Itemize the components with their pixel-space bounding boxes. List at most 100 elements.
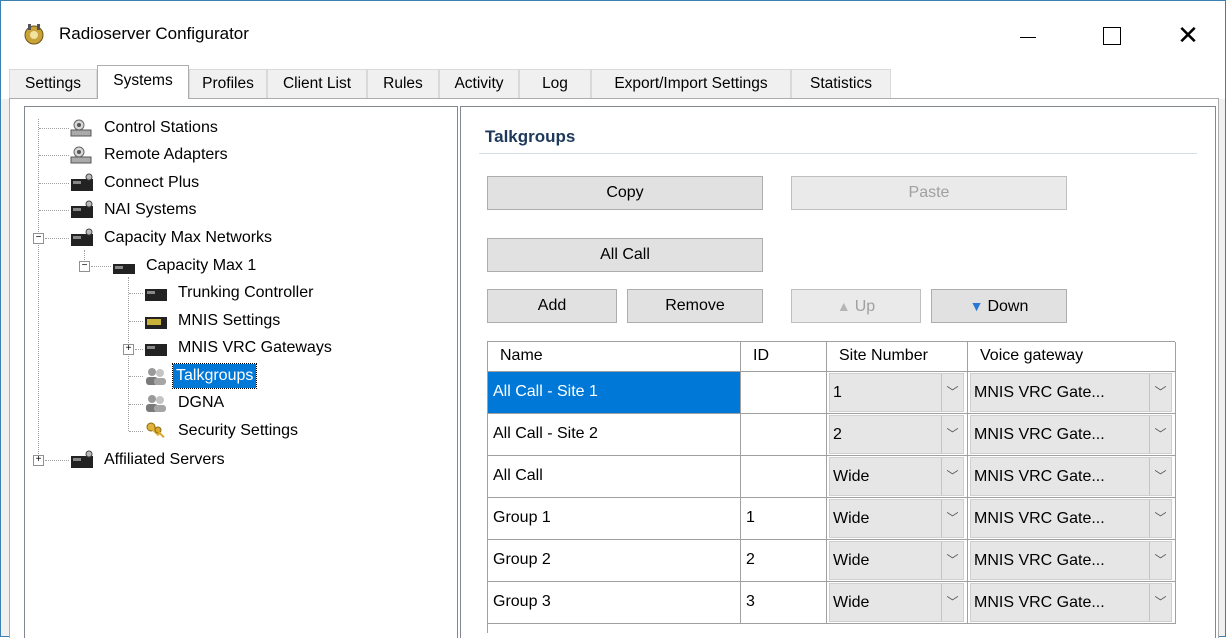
dropdown-value: Wide xyxy=(833,468,870,485)
cell-site-number: Wide ﹀ xyxy=(827,456,968,498)
cell-voice-gateway: MNIS VRC Gate... ﹀ xyxy=(968,498,1176,540)
voice-gateway-dropdown[interactable]: MNIS VRC Gate... ﹀ xyxy=(970,457,1172,496)
tab-client-list[interactable]: Client List xyxy=(267,69,367,99)
table-row[interactable]: All Call - Site 2 2 ﹀ MNIS VRC Gate... ﹀ xyxy=(488,414,1176,456)
cell-id[interactable] xyxy=(741,414,827,456)
minimize-button[interactable] xyxy=(1006,15,1052,55)
chevron-down-icon: ﹀ xyxy=(1149,542,1171,579)
tree-item-label: Control Stations xyxy=(104,119,218,136)
repeater-icon xyxy=(71,228,93,246)
tree-item-label: Trunking Controller xyxy=(178,284,314,301)
repeater-icon xyxy=(145,289,167,301)
tab-activity[interactable]: Activity xyxy=(439,69,519,99)
voice-gateway-dropdown[interactable]: MNIS VRC Gate... ﹀ xyxy=(970,373,1172,412)
maximize-button[interactable] xyxy=(1089,15,1135,55)
all-call-button[interactable]: All Call xyxy=(487,238,763,272)
cell-site-number: 1 ﹀ xyxy=(827,372,968,414)
tab-content: − − + + Control Stations Remote Adapters… xyxy=(9,99,1219,638)
tree-guide-line xyxy=(39,155,69,156)
voice-gateway-dropdown[interactable]: MNIS VRC Gate... ﹀ xyxy=(970,499,1172,538)
tab-systems[interactable]: Systems xyxy=(97,65,189,99)
up-button-label: Up xyxy=(854,298,876,315)
table-row[interactable]: Group 3 3 Wide ﹀ MNIS VRC Gate... ﹀ xyxy=(488,582,1176,624)
cell-id[interactable]: 3 xyxy=(741,582,827,624)
cell-voice-gateway: MNIS VRC Gate... ﹀ xyxy=(968,372,1176,414)
voice-gateway-dropdown[interactable]: MNIS VRC Gate... ﹀ xyxy=(970,541,1172,580)
up-button[interactable]: ▲ Up xyxy=(791,289,921,323)
cell-name[interactable]: All Call - Site 1 xyxy=(488,372,741,414)
cell-id[interactable] xyxy=(741,372,827,414)
cell-id[interactable]: 1 xyxy=(741,498,827,540)
window-title: Radioserver Configurator xyxy=(59,24,249,43)
tree-item-label: MNIS Settings xyxy=(178,312,281,329)
table-row[interactable]: Group 2 2 Wide ﹀ MNIS VRC Gate... ﹀ xyxy=(488,540,1176,582)
dropdown-value: 1 xyxy=(833,384,842,401)
tree-guide-line xyxy=(129,321,143,322)
title-bar: Radioserver Configurator ✕ xyxy=(1,1,1225,65)
tree-guide-line xyxy=(39,128,69,129)
column-header-site-number[interactable]: Site Number xyxy=(827,342,968,372)
column-header-name[interactable]: Name xyxy=(488,342,741,372)
cell-name[interactable]: Group 1 xyxy=(488,498,741,540)
minus-icon: − xyxy=(81,260,88,271)
tree-guide-line xyxy=(38,119,39,456)
copy-button[interactable]: Copy xyxy=(487,176,763,210)
voice-gateway-dropdown[interactable]: MNIS VRC Gate... ﹀ xyxy=(970,415,1172,454)
collapse-capacity-max-1[interactable]: − xyxy=(79,261,90,272)
cell-name[interactable]: All Call xyxy=(488,456,741,498)
chevron-down-icon: ﹀ xyxy=(941,416,963,453)
tab-settings[interactable]: Settings xyxy=(9,69,97,99)
tab-statistics[interactable]: Statistics xyxy=(791,69,891,99)
chevron-down-icon: ﹀ xyxy=(941,584,963,621)
down-button[interactable]: ▼ Down xyxy=(931,289,1067,323)
dropdown-value: 2 xyxy=(833,426,842,443)
up-arrow-icon: ▲ xyxy=(836,298,851,314)
site-number-dropdown[interactable]: Wide ﹀ xyxy=(829,499,964,538)
voice-gateway-dropdown[interactable]: MNIS VRC Gate... ﹀ xyxy=(970,583,1172,622)
users-icon xyxy=(146,395,166,412)
talkgroups-grid: Name ID Site Number Voice gateway All Ca… xyxy=(487,341,1176,633)
column-header-id[interactable]: ID xyxy=(741,342,827,372)
down-arrow-icon: ▼ xyxy=(969,298,984,314)
site-number-dropdown[interactable]: Wide ﹀ xyxy=(829,583,964,622)
column-header-voice-gateway[interactable]: Voice gateway xyxy=(968,342,1176,372)
close-icon: ✕ xyxy=(1177,20,1199,50)
site-number-dropdown[interactable]: Wide ﹀ xyxy=(829,457,964,496)
tab-profiles[interactable]: Profiles xyxy=(189,69,267,99)
expand-mnis-vrc-gateways[interactable]: + xyxy=(123,344,134,355)
tree-guide-line xyxy=(45,238,69,239)
minus-icon: − xyxy=(35,232,42,243)
cell-name[interactable]: Group 3 xyxy=(488,582,741,624)
grid-header-row: Name ID Site Number Voice gateway xyxy=(488,342,1176,372)
tree-guide-line xyxy=(129,293,143,294)
table-row[interactable]: Group 1 1 Wide ﹀ MNIS VRC Gate... ﹀ xyxy=(488,498,1176,540)
tree-item-label: DGNA xyxy=(178,394,225,411)
tab-log[interactable]: Log xyxy=(519,69,591,99)
cell-site-number: 2 ﹀ xyxy=(827,414,968,456)
dropdown-value: Wide xyxy=(833,552,870,569)
table-row[interactable]: All Call - Site 1 1 ﹀ MNIS VRC Gate... ﹀ xyxy=(488,372,1176,414)
site-number-dropdown[interactable]: 2 ﹀ xyxy=(829,415,964,454)
collapse-capacity-max-networks[interactable]: − xyxy=(33,233,44,244)
cell-name[interactable]: All Call - Site 2 xyxy=(488,414,741,456)
tree-guide-line xyxy=(135,349,143,350)
chevron-down-icon: ﹀ xyxy=(941,458,963,495)
cell-id[interactable] xyxy=(741,456,827,498)
tab-export-import-settings[interactable]: Export/Import Settings xyxy=(591,69,791,99)
tab-rules[interactable]: Rules xyxy=(367,69,439,99)
add-button[interactable]: Add xyxy=(487,289,617,323)
tree-guide-line xyxy=(39,183,69,184)
site-number-dropdown[interactable]: Wide ﹀ xyxy=(829,541,964,580)
expand-affiliated-servers[interactable]: + xyxy=(33,455,44,466)
dropdown-value: Wide xyxy=(833,594,870,611)
remove-button[interactable]: Remove xyxy=(627,289,763,323)
close-button[interactable]: ✕ xyxy=(1165,15,1211,55)
site-number-dropdown[interactable]: 1 ﹀ xyxy=(829,373,964,412)
paste-button[interactable]: Paste xyxy=(791,176,1067,210)
chevron-down-icon: ﹀ xyxy=(941,500,963,537)
cell-id[interactable]: 2 xyxy=(741,540,827,582)
tree-item-label: Affiliated Servers xyxy=(104,451,225,468)
table-row[interactable]: All Call Wide ﹀ MNIS VRC Gate... ﹀ xyxy=(488,456,1176,498)
repeater-icon xyxy=(145,317,167,329)
cell-name[interactable]: Group 2 xyxy=(488,540,741,582)
